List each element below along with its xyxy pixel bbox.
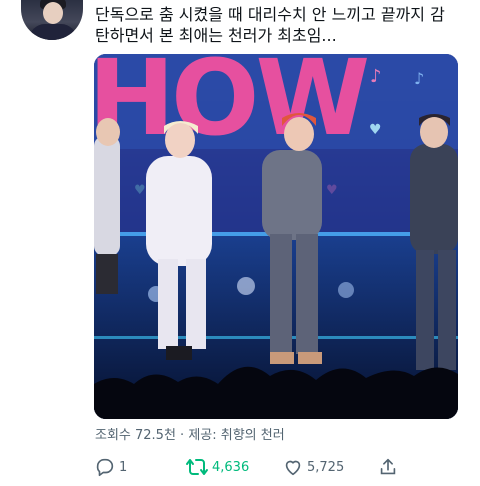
share-icon [377,456,399,478]
heart-icon [282,456,304,478]
share-button[interactable] [377,452,399,482]
tweet-media-video[interactable]: HOW ♪ ♪ ♥ ♥ ♥ ♥ [94,54,458,419]
like-count: 5,725 [307,459,345,475]
tweet-text-line-1: 단독으로 춤 시켰을 때 대리수치 안 느끼고 끝까지 감 [95,5,445,24]
reply-icon [94,456,116,478]
tweet-text: 단독으로 춤 시켰을 때 대리수치 안 느끼고 끝까지 감 탄하면서 본 최애는… [95,4,470,46]
retweet-count: 4,636 [212,459,250,475]
tweet-text-line-2: 탄하면서 본 최애는 천러가 최초임... [95,26,337,45]
tweet-actions: 1 4,636 5,725 [0,452,480,482]
view-count: 조회수 72.5천 · 제공: 취향의 천러 [95,428,285,443]
svg-text:♪: ♪ [370,66,382,87]
like-button[interactable]: 5,725 [282,452,344,482]
svg-text:♪: ♪ [414,69,424,88]
reply-button[interactable]: 1 [94,452,127,482]
retweet-icon [185,456,209,478]
retweet-button[interactable]: 4,636 [185,452,249,482]
profile-avatar[interactable] [21,0,83,40]
reply-count: 1 [119,459,128,475]
svg-text:♥: ♥ [369,122,382,138]
stage-sign-text: HOW [94,54,367,159]
